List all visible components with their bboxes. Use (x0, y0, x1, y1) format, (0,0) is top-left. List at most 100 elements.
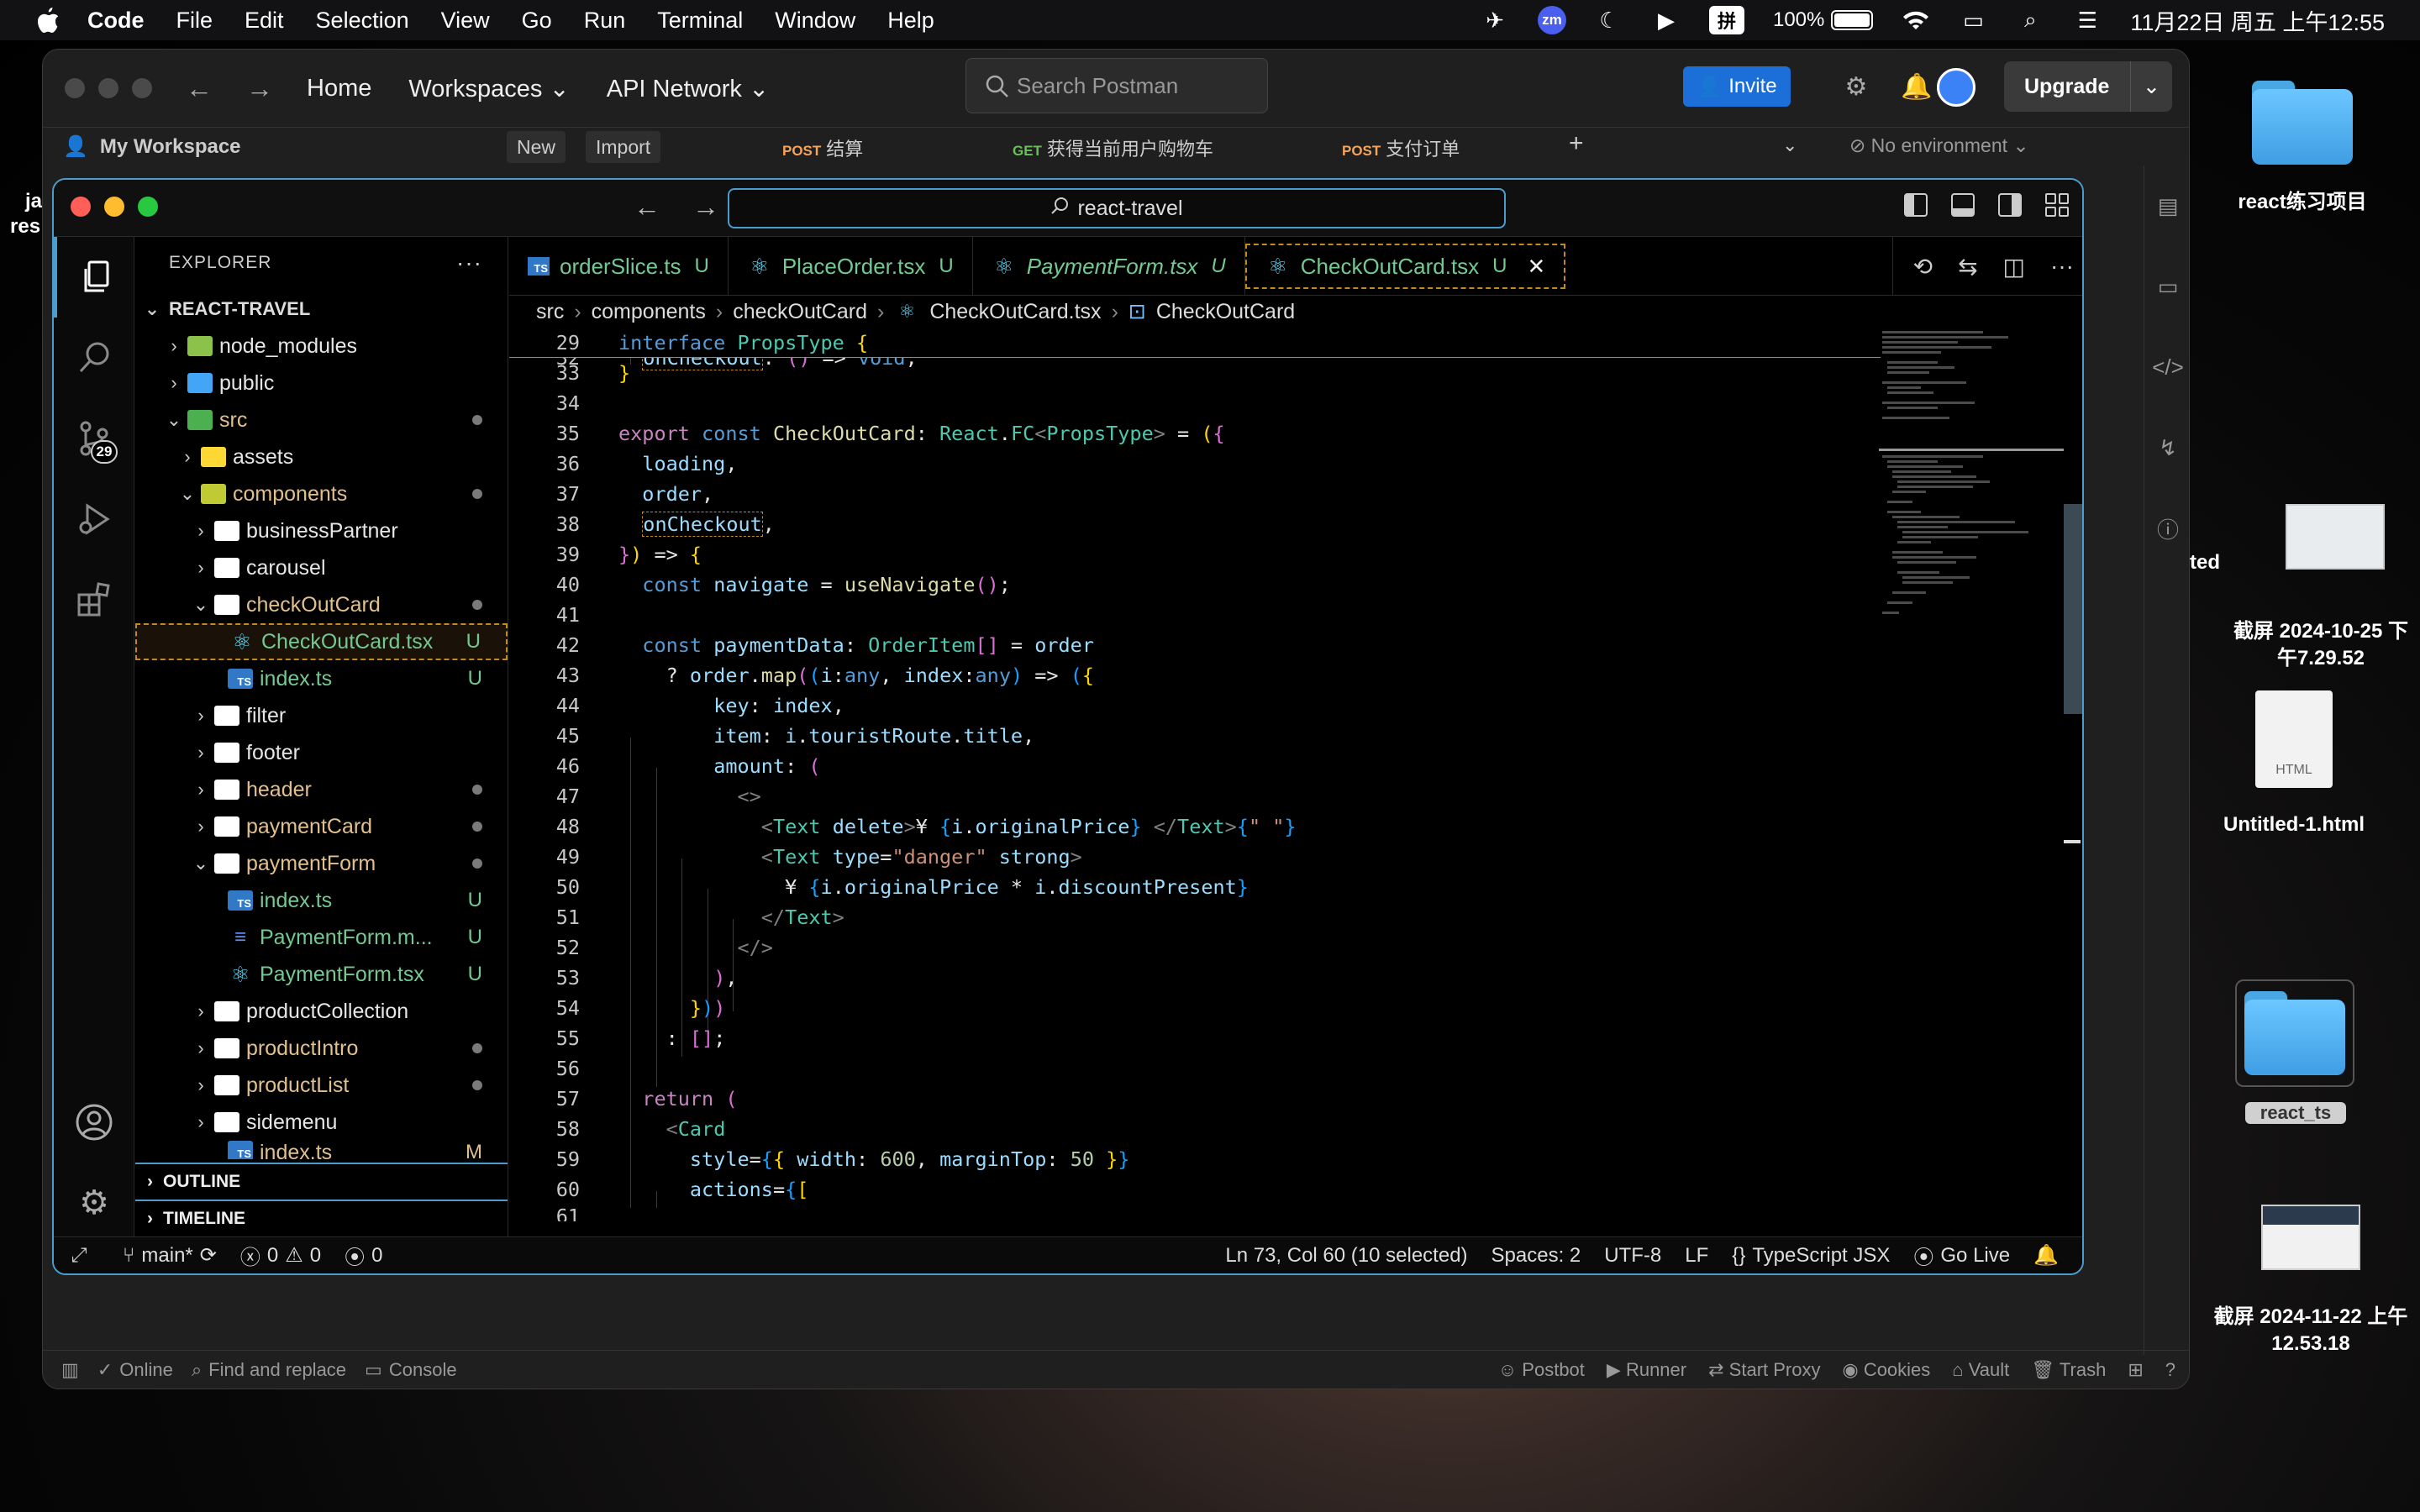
toggle-panel-icon[interactable] (1951, 193, 1975, 217)
go-back-arrow-icon[interactable]: ← (634, 192, 660, 223)
menu-go[interactable]: Go (522, 8, 552, 34)
breadcrumb-item[interactable]: components (592, 300, 706, 324)
upgrade-button[interactable]: Upgrade ⌄ (2004, 61, 2172, 112)
tree-item-folder[interactable]: ⌄ paymentForm (135, 845, 508, 882)
extensions-icon[interactable] (54, 559, 134, 640)
add-tab-plus-icon[interactable]: + (1569, 129, 1584, 158)
tree-item-file[interactable]: ≡ PaymentForm.m... U (135, 919, 508, 956)
sticky-scroll-header[interactable]: 29 interface PropsType { (509, 328, 1881, 358)
tree-item-folder[interactable]: › businessPartner (135, 512, 508, 549)
more-actions-icon[interactable]: ··· (456, 249, 482, 276)
menu-view[interactable]: View (441, 8, 490, 34)
invite-button[interactable]: 👤 Invite (1683, 66, 1791, 107)
desktop-screenshot-2[interactable]: 截屏 2024-11-22 上午12.53.18 (2202, 1205, 2420, 1357)
tree-item-folder[interactable]: ⌄ checkOutCard (135, 586, 508, 623)
tree-item-folder[interactable]: › paymentCard (135, 808, 508, 845)
timeline-history-icon[interactable]: ⟲ (1913, 253, 1933, 281)
forward-arrow-icon[interactable]: → (246, 73, 273, 104)
apple-menu-icon[interactable] (30, 3, 64, 37)
tree-item-folder[interactable]: › footer (135, 734, 508, 771)
tree-item-file[interactable]: TS index.ts M (135, 1141, 508, 1159)
minimap[interactable] (1879, 328, 2064, 680)
menu-file[interactable]: File (176, 8, 213, 34)
editor-tab[interactable]: TS orderSlice.ts U (509, 237, 729, 296)
trash-button[interactable]: 🗑 Trash (2031, 1359, 2106, 1381)
import-button[interactable]: Import (586, 131, 661, 163)
vertical-scrollbar-thumb[interactable] (2064, 504, 2082, 714)
cursor-position-status[interactable]: Ln 73, Col 60 (10 selected) (1225, 1244, 1467, 1268)
play-icon[interactable]: ▶ (1652, 6, 1681, 34)
tree-item-file[interactable]: TS index.ts U (135, 882, 508, 919)
breadcrumb-item[interactable]: CheckOutCard.tsx (929, 300, 1101, 324)
runner-button[interactable]: ▶ Runner (1607, 1359, 1686, 1381)
back-arrow-icon[interactable]: ← (186, 73, 213, 104)
language-mode-status[interactable]: {} TypeScript JSX (1732, 1244, 1890, 1268)
problems-status[interactable]: ⓧ 0 ⚠ 0 (240, 1241, 321, 1270)
airplane-icon[interactable]: ✈ (1481, 6, 1509, 34)
editor-tab-active[interactable]: ⚛ CheckOutCard.tsx U ✕ (1244, 244, 1566, 289)
postman-request-tab[interactable]: POST 支付订单 (1342, 134, 1460, 161)
desktop-screenshot-1[interactable]: 截屏 2024-10-25 下午7.29.52 (2228, 504, 2413, 672)
control-center-icon[interactable]: ☰ (2073, 6, 2102, 34)
close-tab-icon[interactable]: ✕ (1528, 254, 1546, 280)
comments-icon[interactable]: ▭ (2144, 246, 2189, 327)
run-debug-icon[interactable] (54, 479, 134, 559)
toggle-sidebar-icon[interactable]: ▥ (61, 1359, 79, 1381)
git-branch-status[interactable]: ⑂ main* ⟳ (123, 1243, 217, 1268)
desktop-folder-react-ts[interactable] (2235, 979, 2354, 1087)
zoom-window-button[interactable] (138, 197, 158, 217)
related-collections-icon[interactable]: ↯ (2144, 407, 2189, 488)
menu-window[interactable]: Window (775, 8, 855, 34)
editor-tab-preview[interactable]: ⚛ PaymentForm.tsx U (973, 237, 1245, 296)
postman-request-tab[interactable]: GET 获得当前用户购物车 (1013, 134, 1213, 161)
customize-layout-icon[interactable] (2045, 193, 2069, 217)
timeline-section-header[interactable]: › TIMELINE (135, 1200, 508, 1236)
chevron-down-icon[interactable]: ⌄ (2130, 61, 2172, 112)
tree-item-folder[interactable]: › sidemenu (135, 1104, 508, 1141)
indentation-status[interactable]: Spaces: 2 (1491, 1244, 1581, 1268)
outline-section-header[interactable]: › OUTLINE (135, 1163, 508, 1200)
go-forward-arrow-icon[interactable]: → (692, 192, 719, 223)
open-changes-icon[interactable]: ⇆ (1958, 253, 1977, 281)
breadcrumb-item[interactable]: src (536, 300, 564, 324)
breadcrumb-item[interactable]: CheckOutCard (1156, 300, 1295, 324)
more-actions-icon[interactable]: ··· (2050, 253, 2074, 280)
split-editor-icon[interactable]: ◫ (2003, 253, 2025, 281)
source-control-icon[interactable]: 29 (54, 398, 134, 479)
user-avatar[interactable] (1937, 68, 1975, 107)
menu-terminal[interactable]: Terminal (657, 8, 743, 34)
encoding-status[interactable]: UTF-8 (1604, 1244, 1661, 1268)
go-live-button[interactable]: ⦿ Go Live (1913, 1241, 2010, 1270)
remote-indicator-icon[interactable]: ⤢ (54, 1237, 104, 1274)
console-button[interactable]: ▭ Console (365, 1359, 457, 1381)
menu-selection[interactable]: Selection (316, 8, 409, 34)
tree-item-folder[interactable]: › public (135, 365, 508, 402)
tree-item-folder[interactable]: › node_modules (135, 328, 508, 365)
wifi-icon[interactable] (1902, 6, 1930, 34)
focus-moon-icon[interactable]: ☾ (1595, 6, 1623, 34)
tree-item-folder[interactable]: › header (135, 771, 508, 808)
menu-edit[interactable]: Edit (245, 8, 284, 34)
tree-item-folder[interactable]: › productList (135, 1067, 508, 1104)
documentation-icon[interactable]: ▤ (2144, 165, 2189, 246)
menu-clock[interactable]: 11月22日 周五 上午12:55 (2130, 4, 2385, 37)
code-editor[interactable]: 29 interface PropsType { 32 onCheckout: … (509, 328, 2082, 1236)
tree-item-folder[interactable]: › productIntro (135, 1030, 508, 1067)
notifications-bell-icon[interactable]: 🔔 (2033, 1243, 2059, 1268)
close-window-button[interactable] (71, 197, 91, 217)
minimize-window-button[interactable] (104, 197, 124, 217)
cookies-button[interactable]: ◉ Cookies (1842, 1359, 1930, 1381)
settings-gear-icon[interactable]: ⚙ (1836, 66, 1876, 107)
online-status[interactable]: ✓ Online (97, 1359, 173, 1381)
environment-selector[interactable]: ⊘ No environment ⌄ (1849, 134, 2029, 157)
vault-button[interactable]: ⌂ Vault (1952, 1359, 2009, 1381)
new-button[interactable]: New (507, 131, 566, 163)
display-icon[interactable]: ▭ (1959, 6, 1987, 34)
postman-search-input[interactable]: Search Postman (965, 58, 1268, 113)
tree-item-file-active[interactable]: ⚛ CheckOutCard.tsx U (135, 623, 508, 660)
breadcrumb-item[interactable]: checkOutCard (733, 300, 867, 324)
postman-home-link[interactable]: Home (307, 75, 371, 102)
menu-help[interactable]: Help (887, 8, 934, 34)
tree-item-folder[interactable]: ⌄ src (135, 402, 508, 438)
spotlight-search-icon[interactable]: ⌕ (2016, 6, 2044, 34)
